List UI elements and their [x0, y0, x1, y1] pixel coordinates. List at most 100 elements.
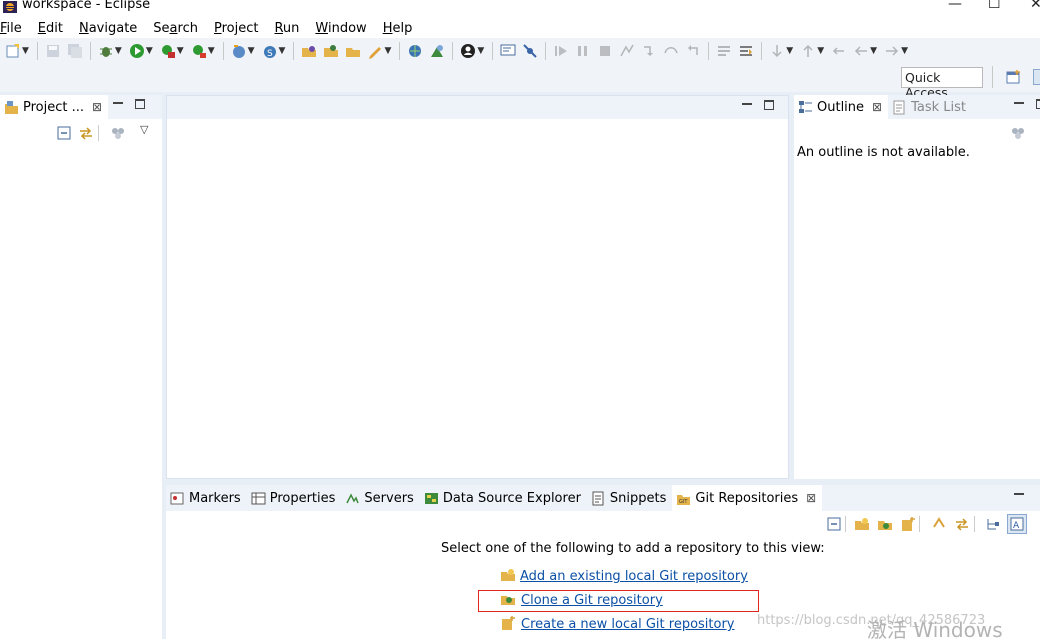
resume-icon[interactable]: [553, 43, 569, 59]
pencil-dropdown-icon[interactable]: ▼: [384, 46, 391, 56]
new-file-icon[interactable]: [5, 43, 21, 59]
console-icon[interactable]: [500, 43, 516, 59]
external-tools-icon[interactable]: [191, 43, 207, 59]
show-repository-info-icon[interactable]: A: [1007, 514, 1027, 534]
terminate-icon[interactable]: [597, 43, 613, 59]
view-toolbar-separator: [98, 125, 99, 141]
debug-icon[interactable]: [98, 43, 114, 59]
back-icon[interactable]: [853, 43, 869, 59]
tab-label: Properties: [269, 490, 336, 506]
forward-icon[interactable]: [884, 43, 900, 59]
refresh-icon[interactable]: [931, 516, 947, 532]
menu-edit[interactable]: Edit: [38, 21, 63, 36]
minimize-view-button[interactable]: [113, 102, 123, 112]
disconnect-icon[interactable]: [619, 43, 635, 59]
profile-icon[interactable]: [460, 43, 476, 59]
open-task-icon[interactable]: [323, 43, 339, 59]
svg-text:GIT: GIT: [679, 499, 688, 505]
tab-task-list[interactable]: Task List: [888, 95, 972, 119]
coverage-dropdown-icon[interactable]: ▼: [177, 46, 184, 56]
open-perspective-icon[interactable]: [1006, 69, 1022, 85]
menu-navigate[interactable]: Navigate: [79, 21, 137, 36]
close-icon[interactable]: ⊠: [806, 491, 816, 505]
next-annotation-icon[interactable]: [769, 43, 785, 59]
globe-icon[interactable]: [407, 43, 423, 59]
tab-markers[interactable]: Markers: [166, 486, 247, 510]
minimize-editor-button[interactable]: [742, 103, 752, 113]
eclipse-icon: [3, 1, 17, 13]
tab-servers[interactable]: Servers: [341, 486, 419, 510]
close-button[interactable]: ✕: [1030, 0, 1040, 12]
next-annotation-dropdown-icon[interactable]: ▼: [786, 46, 793, 56]
menu-window[interactable]: Window: [315, 21, 366, 36]
open-folder-icon[interactable]: [345, 43, 361, 59]
skip-breakpoints-icon[interactable]: [522, 43, 538, 59]
quick-access-input[interactable]: Quick Access: [901, 67, 983, 100]
collapse-all-icon[interactable]: [56, 125, 72, 141]
new-server-icon[interactable]: S: [262, 43, 278, 59]
link-with-selection-icon[interactable]: [954, 516, 970, 532]
back-dropdown-icon[interactable]: ▼: [870, 46, 877, 56]
minimize-view-button[interactable]: [1014, 493, 1024, 503]
tab-outline[interactable]: Outline ⊠: [794, 95, 889, 119]
step-into-icon[interactable]: [641, 43, 657, 59]
open-type-icon[interactable]: [301, 43, 317, 59]
filters-icon[interactable]: [110, 125, 126, 141]
debug-dropdown-icon[interactable]: ▼: [115, 46, 122, 56]
tab-project-explorer[interactable]: Project ... ⊠: [0, 95, 109, 119]
forward-dropdown-icon[interactable]: ▼: [901, 46, 908, 56]
add-existing-repository-link[interactable]: Add an existing local Git repository: [520, 569, 748, 584]
clone-repository-icon[interactable]: [877, 516, 893, 532]
maximize-view-button[interactable]: [135, 99, 145, 109]
tab-snippets[interactable]: Snippets: [587, 486, 672, 510]
previous-annotation-dropdown-icon[interactable]: ▼: [817, 46, 824, 56]
pencil-icon[interactable]: [367, 43, 383, 59]
maximize-editor-button[interactable]: [764, 100, 774, 110]
filters-icon[interactable]: [1010, 125, 1026, 141]
menu-run[interactable]: Run: [274, 21, 299, 36]
menu-search[interactable]: Search: [153, 21, 198, 36]
collapse-all-icon[interactable]: [826, 516, 842, 532]
new-project-dropdown-icon[interactable]: ▼: [248, 46, 255, 56]
menu-file[interactable]: File: [0, 21, 22, 36]
tab-data-source-explorer[interactable]: Data Source Explorer: [420, 486, 587, 510]
drop-to-frame-icon[interactable]: [716, 43, 732, 59]
close-icon[interactable]: ⊠: [92, 100, 102, 114]
maximize-button[interactable]: ☐: [988, 0, 1001, 12]
profile-dropdown-icon[interactable]: ▼: [477, 46, 484, 56]
new-dropdown-icon[interactable]: ▼: [22, 46, 29, 56]
project-explorer-icon: [4, 100, 19, 115]
save-icon[interactable]: [45, 43, 61, 59]
new-server-dropdown-icon[interactable]: ▼: [279, 46, 286, 56]
create-repository-icon[interactable]: [900, 516, 916, 532]
tab-git-repositories[interactable]: GIT Git Repositories ⊠: [672, 485, 823, 511]
coverage-icon[interactable]: [160, 43, 176, 59]
save-all-icon[interactable]: [67, 43, 83, 59]
minimize-button[interactable]: —: [948, 0, 962, 12]
minimize-view-button[interactable]: [1014, 102, 1024, 112]
link-with-editor-icon[interactable]: [78, 125, 94, 141]
tab-properties[interactable]: Properties: [247, 486, 342, 510]
use-step-filters-icon[interactable]: [738, 43, 754, 59]
menu-help[interactable]: Help: [383, 21, 413, 36]
hierarchical-layout-icon[interactable]: [985, 516, 1001, 532]
deploy-icon[interactable]: [429, 43, 445, 59]
git-icon: GIT: [676, 491, 691, 506]
last-edit-location-icon[interactable]: [831, 43, 847, 59]
new-project-icon[interactable]: [231, 43, 247, 59]
previous-annotation-icon[interactable]: [800, 43, 816, 59]
suspend-icon[interactable]: [575, 43, 591, 59]
external-tools-dropdown-icon[interactable]: ▼: [208, 46, 215, 56]
close-icon[interactable]: ⊠: [872, 100, 882, 114]
clone-repository-link[interactable]: Clone a Git repository: [521, 593, 663, 608]
run-icon[interactable]: [129, 43, 145, 59]
add-repository-icon[interactable]: [854, 516, 870, 532]
step-over-icon[interactable]: [663, 43, 679, 59]
run-dropdown-icon[interactable]: ▼: [146, 46, 153, 56]
step-return-icon[interactable]: [685, 43, 701, 59]
menu-project[interactable]: Project: [214, 21, 259, 36]
view-menu-icon[interactable]: ▽: [140, 123, 148, 136]
create-new-repository-link[interactable]: Create a new local Git repository: [521, 617, 735, 632]
maximize-view-button[interactable]: [1036, 99, 1040, 109]
java-ee-perspective-icon[interactable]: [1033, 69, 1040, 85]
